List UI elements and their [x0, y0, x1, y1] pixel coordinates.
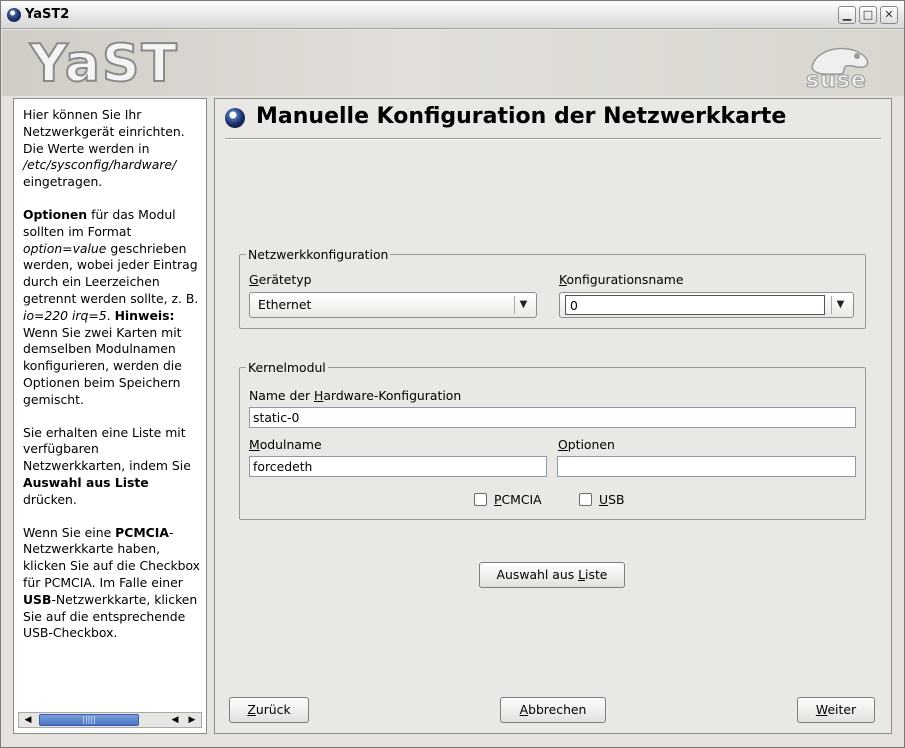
checkbox-icon[interactable]: [579, 493, 592, 506]
yast-banner: YaST suse: [2, 30, 904, 96]
maximize-button[interactable]: □: [859, 6, 877, 24]
network-configuration-legend: Netzwerkkonfiguration: [248, 247, 389, 262]
help-text: Hier können Sie Ihr Netzwerkgerät einric…: [23, 107, 203, 658]
page-title: Manuelle Konfiguration der Netzwerkkarte: [256, 104, 787, 129]
network-card-icon: [225, 108, 245, 128]
scroll-right-icon[interactable]: ▶: [184, 713, 200, 727]
options-input[interactable]: [557, 456, 856, 477]
next-button[interactable]: Weiter: [797, 697, 875, 723]
module-name-input[interactable]: forcedeth: [249, 456, 547, 477]
dropdown-arrow-icon: ▼: [514, 296, 532, 314]
options-label: Optionen: [558, 437, 615, 452]
help-paragraph-intro: Hier können Sie Ihr Netzwerkgerät einric…: [23, 107, 185, 190]
configuration-name-label: Konfigurationsname: [559, 272, 684, 287]
configuration-name-input[interactable]: 0: [565, 295, 825, 315]
yast-logo: YaST: [29, 33, 179, 95]
close-button[interactable]: ✕: [880, 6, 898, 24]
yast-window: YaST2 ▁ □ ✕ YaST suse Hier können Sie Ih…: [0, 0, 905, 748]
help-paragraph-options: Optionen für das Modul sollten im Format…: [23, 206, 199, 407]
help-horizontal-scrollbar[interactable]: ◀ ||||| ◀ ▶: [18, 712, 202, 728]
pcmcia-checkbox[interactable]: PCMCIA: [474, 492, 542, 507]
usb-checkbox[interactable]: USB: [579, 492, 624, 507]
back-button[interactable]: Zurück: [229, 697, 309, 723]
abort-button[interactable]: Abbrechen: [500, 697, 606, 723]
device-type-value: Ethernet: [258, 297, 312, 312]
module-name-label: Modulname: [249, 437, 322, 452]
device-type-combobox[interactable]: Ethernet ▼: [249, 292, 537, 318]
title-bar[interactable]: YaST2 ▁ □ ✕: [1, 1, 904, 29]
hardware-configuration-input[interactable]: static-0: [249, 407, 856, 428]
configuration-name-combobox[interactable]: 0 ▼: [559, 292, 854, 318]
suse-logo-text: suse: [806, 68, 867, 94]
scroll-left-icon[interactable]: ◀: [167, 713, 183, 727]
dropdown-arrow-icon[interactable]: ▼: [831, 296, 849, 314]
main-panel: Manuelle Konfiguration der Netzwerkkarte…: [214, 98, 892, 734]
hardware-configuration-label: Name der Hardware-Konfiguration: [249, 388, 462, 403]
yast-app-icon: [7, 8, 21, 22]
scroll-left-icon[interactable]: ◀: [20, 713, 36, 727]
help-paragraph-list: Sie erhalten eine Liste mit verfügbaren …: [23, 424, 191, 507]
window-title: YaST2: [25, 7, 70, 22]
checkbox-icon[interactable]: [474, 493, 487, 506]
help-paragraph-pcmcia-usb: Wenn Sie eine PCMCIA-Netzwerkkarte haben…: [23, 524, 201, 641]
kernel-module-group: Kernelmodul: [239, 360, 866, 520]
help-panel: Hier können Sie Ihr Netzwerkgerät einric…: [13, 98, 207, 734]
device-type-label: Gerätetyp: [249, 272, 312, 287]
heading-divider: [225, 138, 881, 140]
kernel-module-legend: Kernelmodul: [248, 360, 326, 375]
scrollbar-thumb[interactable]: |||||: [39, 714, 139, 726]
select-from-list-button[interactable]: Auswahl aus Liste: [479, 562, 625, 588]
minimize-button[interactable]: ▁: [838, 6, 856, 24]
